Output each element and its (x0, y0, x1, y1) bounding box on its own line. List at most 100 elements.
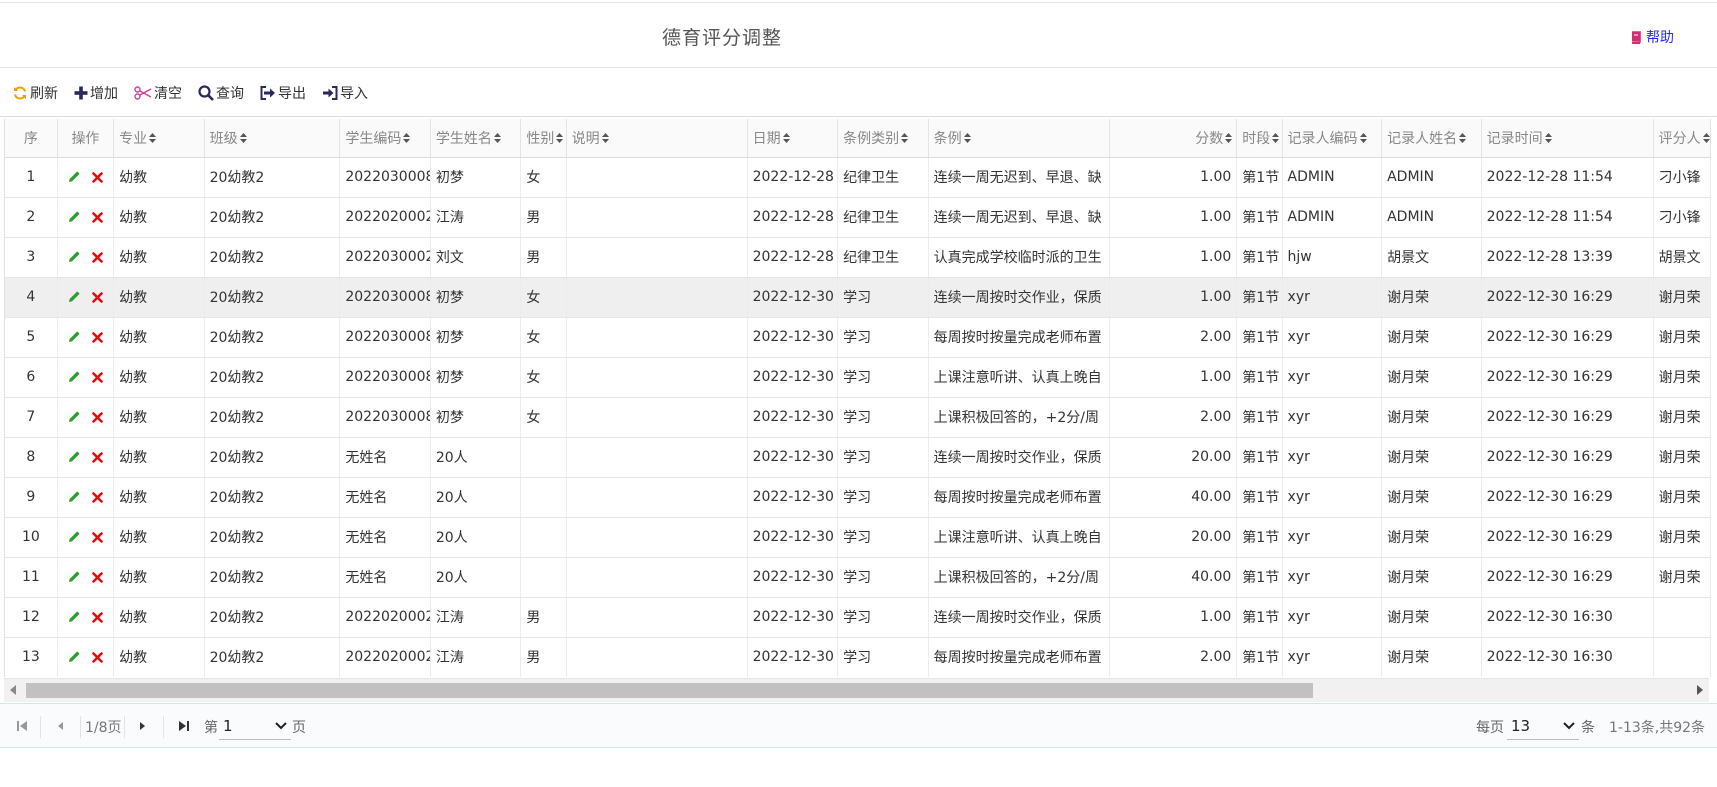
col-header-recorder-name[interactable]: 记录人姓名 (1381, 119, 1482, 158)
edit-pencil-icon[interactable] (68, 171, 80, 183)
edit-pencil-icon[interactable] (68, 651, 80, 663)
edit-pencil-icon[interactable] (68, 251, 80, 263)
horizontal-scrollbar[interactable] (4, 678, 1709, 702)
delete-x-icon[interactable] (92, 371, 103, 383)
table-row[interactable]: 9 幼教 20幼教2 无姓名 20人 2022-12-30 学习 每周按时按量完成老师布置 40… (5, 477, 1712, 518)
edit-pencil-icon[interactable] (68, 211, 80, 223)
table-row[interactable]: 6 幼教 20幼教2 2022030008 初梦女 2022-12-30 学习 上课注意听讲、… (5, 357, 1712, 398)
table-row[interactable]: 1 幼教 20幼教2 2022030008 初梦女 2022-12-28 纪律卫生 连续一周无… (5, 157, 1712, 198)
edit-pencil-icon[interactable] (68, 411, 80, 423)
row-period: 第1节 (1236, 517, 1283, 558)
table-row[interactable]: 11 幼教 20幼教2 无姓名 20人 2022-12-30 学习 上课积极回答的，+2分/周… (5, 557, 1712, 598)
row-seq: 2 (5, 197, 58, 238)
scroll-left-arrow-icon[interactable] (10, 685, 16, 695)
last-page-icon[interactable] (178, 720, 190, 732)
edit-pencil-icon[interactable] (68, 331, 80, 343)
delete-x-icon[interactable] (92, 611, 103, 623)
row-rater: 谢月荣 (1653, 357, 1712, 398)
sign-out-icon (260, 85, 276, 100)
edit-pencil-icon[interactable] (68, 291, 80, 303)
col-header-recorder-code[interactable]: 记录人编码 (1282, 119, 1383, 158)
delete-x-icon[interactable] (92, 211, 103, 223)
row-class: 20幼教2 (204, 437, 341, 478)
edit-pencil-icon[interactable] (68, 371, 80, 383)
import-button[interactable]: 导入 (322, 83, 368, 103)
row-date: 2022-12-30 (747, 557, 839, 598)
export-button[interactable]: 导出 (260, 83, 306, 103)
col-header-category[interactable]: 条例类别 (837, 119, 929, 158)
table-row[interactable]: 4 幼教 20幼教2 2022030008 初梦女 2022-12-30 学习 连续一周按时交… (5, 277, 1712, 318)
delete-x-icon[interactable] (92, 171, 103, 183)
edit-pencil-icon[interactable] (68, 571, 80, 583)
row-recorder-code: xyr (1282, 517, 1383, 558)
first-page-icon[interactable] (16, 720, 28, 732)
edit-pencil-icon[interactable] (68, 451, 80, 463)
row-period: 第1节 (1236, 357, 1283, 398)
table-row[interactable]: 8 幼教 20幼教2 无姓名 20人 2022-12-30 学习 连续一周按时交作业，保质 20… (5, 437, 1712, 478)
refresh-button[interactable]: 刷新 (12, 83, 58, 103)
page-select[interactable]: 1 (219, 712, 291, 740)
col-header-record-time[interactable]: 记录时间 (1481, 119, 1654, 158)
col-header-seq: 序 (5, 119, 58, 158)
prev-page-icon[interactable] (56, 720, 64, 732)
col-header-period[interactable]: 时段 (1236, 119, 1283, 158)
col-header-note[interactable]: 说明 (566, 119, 748, 158)
table-row[interactable]: 7 幼教 20幼教2 2022030008 初梦女 2022-12-30 学习 上课积极回答的… (5, 397, 1712, 438)
delete-x-icon[interactable] (92, 451, 103, 463)
per-page-select-value: 13 (1511, 716, 1531, 735)
edit-pencil-icon[interactable] (68, 611, 80, 623)
scrollbar-thumb[interactable] (26, 683, 1313, 698)
table-row[interactable]: 12 幼教 20幼教2 2022020002 江涛男 2022-12-30 学习 连续一周按时… (5, 597, 1712, 638)
table-row[interactable]: 13 幼教 20幼教2 2022020002 江涛男 2022-12-30 学习 每周按时按量… (5, 637, 1712, 677)
edit-pencil-icon[interactable] (68, 491, 80, 503)
page-count: 1/8页 (85, 720, 122, 736)
per-page-select[interactable]: 13 (1507, 712, 1579, 740)
per-page-prefix: 每页 (1476, 720, 1504, 736)
delete-x-icon[interactable] (92, 291, 103, 303)
col-header-major[interactable]: 专业 (113, 119, 205, 158)
row-note (566, 397, 748, 438)
delete-x-icon[interactable] (92, 251, 103, 263)
col-header-rater[interactable]: 评分人 (1653, 119, 1712, 158)
row-major: 幼教 (113, 237, 205, 278)
col-header-student-code[interactable]: 学生编码 (339, 119, 431, 158)
row-note (566, 237, 748, 278)
col-header-date[interactable]: 日期 (747, 119, 839, 158)
clear-button[interactable]: 清空 (134, 83, 182, 103)
next-page-icon[interactable] (139, 720, 147, 732)
row-period: 第1节 (1236, 397, 1283, 438)
col-header-gender[interactable]: 性别 (520, 119, 567, 158)
page-prefix: 第 (204, 720, 218, 736)
col-header-student-name[interactable]: 学生姓名 (430, 119, 522, 158)
table-row[interactable]: 2 幼教 20幼教2 2022020002 江涛男 2022-12-28 纪律卫生 连续一周无… (5, 197, 1712, 238)
delete-x-icon[interactable] (92, 651, 103, 663)
col-header-rule[interactable]: 条例 (928, 119, 1110, 158)
row-category: 纪律卫生 (837, 237, 929, 278)
row-category: 学习 (837, 317, 929, 358)
row-rule: 每周按时按量完成老师布置 (928, 317, 1110, 358)
table-row[interactable]: 5 幼教 20幼教2 2022030008 初梦女 2022-12-30 学习 每周按时按量完… (5, 317, 1712, 358)
table-row[interactable]: 3 幼教 20幼教2 2022030002 刘文男 2022-12-28 纪律卫生 认真完成学… (5, 237, 1712, 278)
delete-x-icon[interactable] (92, 531, 103, 543)
col-header-class[interactable]: 班级 (204, 119, 341, 158)
edit-pencil-icon[interactable] (68, 531, 80, 543)
table-row[interactable]: 10 幼教 20幼教2 无姓名 20人 2022-12-30 学习 上课注意听讲、认真上晚自 2… (5, 517, 1712, 558)
row-seq: 4 (5, 277, 58, 318)
query-button[interactable]: 查询 (198, 83, 244, 103)
row-major: 幼教 (113, 197, 205, 238)
row-date: 2022-12-28 (747, 157, 839, 198)
scroll-right-arrow-icon[interactable] (1697, 685, 1703, 695)
add-button[interactable]: 增加 (74, 83, 118, 103)
delete-x-icon[interactable] (92, 331, 103, 343)
col-header-score[interactable]: 分数 (1109, 119, 1238, 158)
row-note (566, 277, 748, 318)
help-link[interactable]: 帮助 (1630, 27, 1674, 47)
row-class: 20幼教2 (204, 317, 341, 358)
add-label: 增加 (90, 85, 118, 102)
row-date: 2022-12-30 (747, 597, 839, 638)
delete-x-icon[interactable] (92, 571, 103, 583)
delete-x-icon[interactable] (92, 491, 103, 503)
row-note (566, 197, 748, 238)
delete-x-icon[interactable] (92, 411, 103, 423)
row-recorder-name: 谢月荣 (1381, 397, 1482, 438)
